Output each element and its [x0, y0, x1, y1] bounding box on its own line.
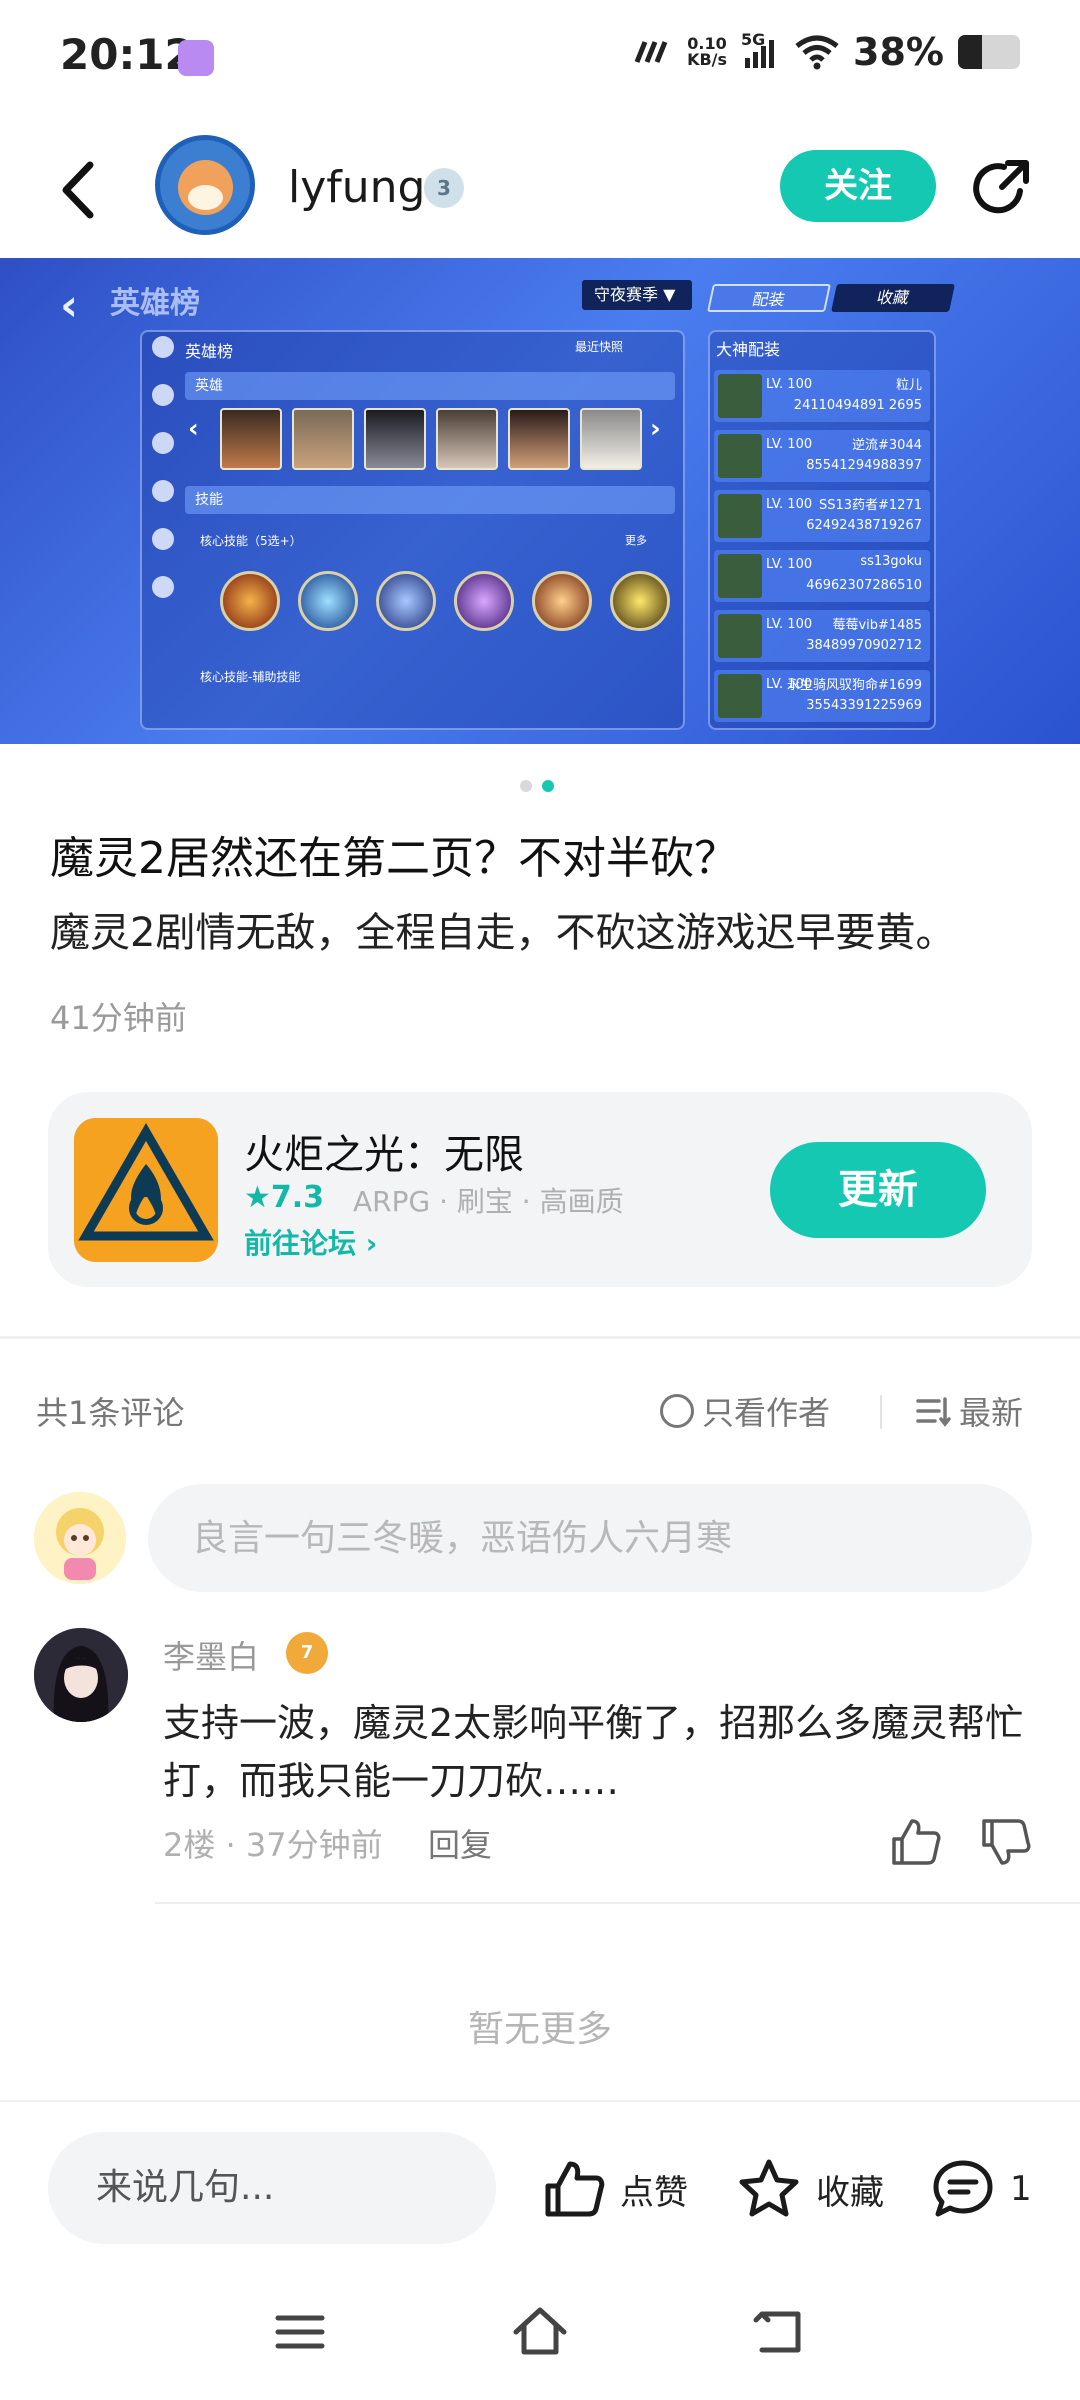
home-icon[interactable] — [508, 2300, 572, 2364]
game-icon[interactable] — [74, 1118, 218, 1262]
image-right-title: 大神配装 — [716, 340, 781, 359]
author-avatar[interactable] — [155, 135, 255, 235]
image-heroes-bar: 英雄 — [185, 372, 675, 400]
favorite-button[interactable]: 收藏 — [736, 2156, 884, 2222]
my-avatar — [34, 1492, 126, 1584]
game-tags: ARPG · 刷宝 · 高画质 — [353, 1185, 624, 1218]
carousel-dot-active[interactable] — [542, 780, 554, 792]
go-to-forum-link[interactable]: 前往论坛 › — [244, 1222, 377, 1262]
star-icon: ★ — [244, 1180, 271, 1215]
battery-icon — [958, 35, 1020, 69]
image-skills-bar: 技能 — [185, 486, 675, 514]
commenter-level-badge-icon: 7 — [286, 1632, 328, 1674]
toolbar-separator — [880, 1395, 882, 1429]
thumbs-up-icon[interactable] — [888, 1815, 942, 1869]
network-speed: 0.10 KB/s — [687, 34, 728, 69]
status-time: 20:12 — [60, 30, 194, 79]
section-divider — [0, 1336, 1080, 1339]
carousel-indicator — [520, 780, 554, 792]
image-title: 英雄榜 — [110, 286, 200, 321]
bottom-action-bar: 来说几句... 点赞 收藏 1 — [0, 2100, 1080, 2260]
comment-button[interactable]: 1 — [930, 2156, 1032, 2222]
back-arrow-icon[interactable] — [50, 155, 110, 225]
follow-button[interactable]: 关注 — [780, 150, 936, 222]
level-badge-icon: 3 — [424, 168, 464, 208]
quick-comment-input[interactable]: 来说几句... — [48, 2132, 496, 2244]
post-body: 魔灵2剧情无敌，全程自走，不砍这游戏迟早要黄。 — [50, 910, 956, 956]
comment-text: 支持一波，魔灵2太影响平衡了，招那么多魔灵帮忙打，而我只能一刀刀砍…… — [163, 1701, 1024, 1803]
update-button[interactable]: 更新 — [770, 1142, 986, 1238]
image-back-icon: ‹ — [60, 280, 79, 331]
image-tab-loadout: 配装 — [707, 284, 831, 312]
share-icon[interactable] — [970, 155, 1034, 219]
author-only-toggle[interactable]: 只看作者 — [660, 1388, 830, 1434]
comment-meta: 2楼 · 37分钟前 — [163, 1826, 383, 1864]
game-name[interactable]: 火炬之光：无限 — [244, 1122, 524, 1180]
image-recent-snapshot: 最近快照 — [575, 340, 624, 354]
comment-bubble-icon — [933, 2160, 993, 2217]
commenter-name[interactable]: 李墨白 — [163, 1632, 259, 1678]
post-title: 魔灵2居然还在第二页？不对半砍？ — [50, 833, 738, 884]
sort-latest-button[interactable]: 最新 — [915, 1388, 1023, 1434]
commenter-avatar[interactable] — [34, 1628, 128, 1722]
post-image-carousel[interactable]: ‹ 英雄榜 守夜赛季 ▼ 配装 收藏 英雄榜 最近快照 英雄 ‹ › 技能 核心… — [0, 258, 1080, 744]
image-player-row: LV. 100 SS13药者#1271 62492438719267 — [714, 490, 930, 542]
battery-fill — [958, 35, 982, 69]
comment-divider — [155, 1902, 1080, 1904]
post-header: lyfung 3 关注 — [0, 120, 1080, 260]
system-nav-bar — [0, 2262, 1080, 2400]
image-player-row: LV. 100 ss13goku 46962307286510 — [714, 550, 930, 602]
thumbs-up-icon — [545, 2161, 605, 2217]
image-player-row: LV. 100 永生骑风驭狗命#1699 35543391225969 — [714, 670, 930, 722]
image-tab-favorite: 收藏 — [831, 284, 955, 312]
game-card[interactable]: 火炬之光：无限 ★7.3 ARPG · 刷宝 · 高画质 前往论坛 › 更新 — [48, 1092, 1032, 1287]
image-core-skills-aux: 核心技能-辅助技能 — [200, 670, 301, 684]
reply-button[interactable]: 回复 — [428, 1820, 492, 1866]
back-icon[interactable] — [748, 2300, 812, 2364]
game-rating: ★7.3 — [244, 1180, 325, 1215]
image-core-skills: 核心技能（5选+） — [200, 534, 302, 548]
status-bar: 20:12 0.10 KB/s 5G 38% — [0, 0, 1080, 115]
battery-percent: 38% — [853, 30, 944, 74]
comment-count: 共1条评论 — [36, 1394, 185, 1432]
app-notification-icon — [178, 40, 214, 76]
wifi-icon — [795, 35, 839, 70]
radio-circle-icon — [660, 1394, 694, 1428]
image-player-row: LV. 100 粒儿 24110494891 2695 — [714, 370, 930, 422]
chevron-right-icon: › — [365, 1227, 378, 1260]
carousel-dot[interactable] — [520, 780, 532, 792]
no-more-text: 暂无更多 — [467, 2009, 612, 2050]
menu-icon[interactable] — [268, 2300, 332, 2364]
post-time: 41分钟前 — [50, 999, 187, 1037]
image-more: 更多 — [625, 534, 647, 547]
image-hero-row — [220, 408, 642, 470]
sort-icon — [916, 1397, 951, 1427]
image-season-select: 守夜赛季 ▼ — [582, 280, 692, 310]
status-right-group: 0.10 KB/s 5G 38% — [633, 30, 1020, 74]
image-sidebar — [145, 336, 181, 716]
star-outline-icon — [739, 2159, 799, 2217]
signal-icon: 5G — [741, 30, 781, 70]
comment-input[interactable] — [148, 1484, 1032, 1592]
carrier-icon — [634, 41, 668, 63]
image-panel-title: 英雄榜 — [185, 342, 234, 361]
like-button[interactable]: 点赞 — [540, 2156, 688, 2222]
author-username[interactable]: lyfung — [288, 162, 425, 213]
image-skill-row — [220, 571, 670, 631]
image-player-row: LV. 100 莓莓vib#1485 38489970902712 — [714, 610, 930, 662]
image-player-row: LV. 100 逆流#3044 85541294988397 — [714, 430, 930, 482]
thumbs-down-icon[interactable] — [978, 1815, 1032, 1869]
